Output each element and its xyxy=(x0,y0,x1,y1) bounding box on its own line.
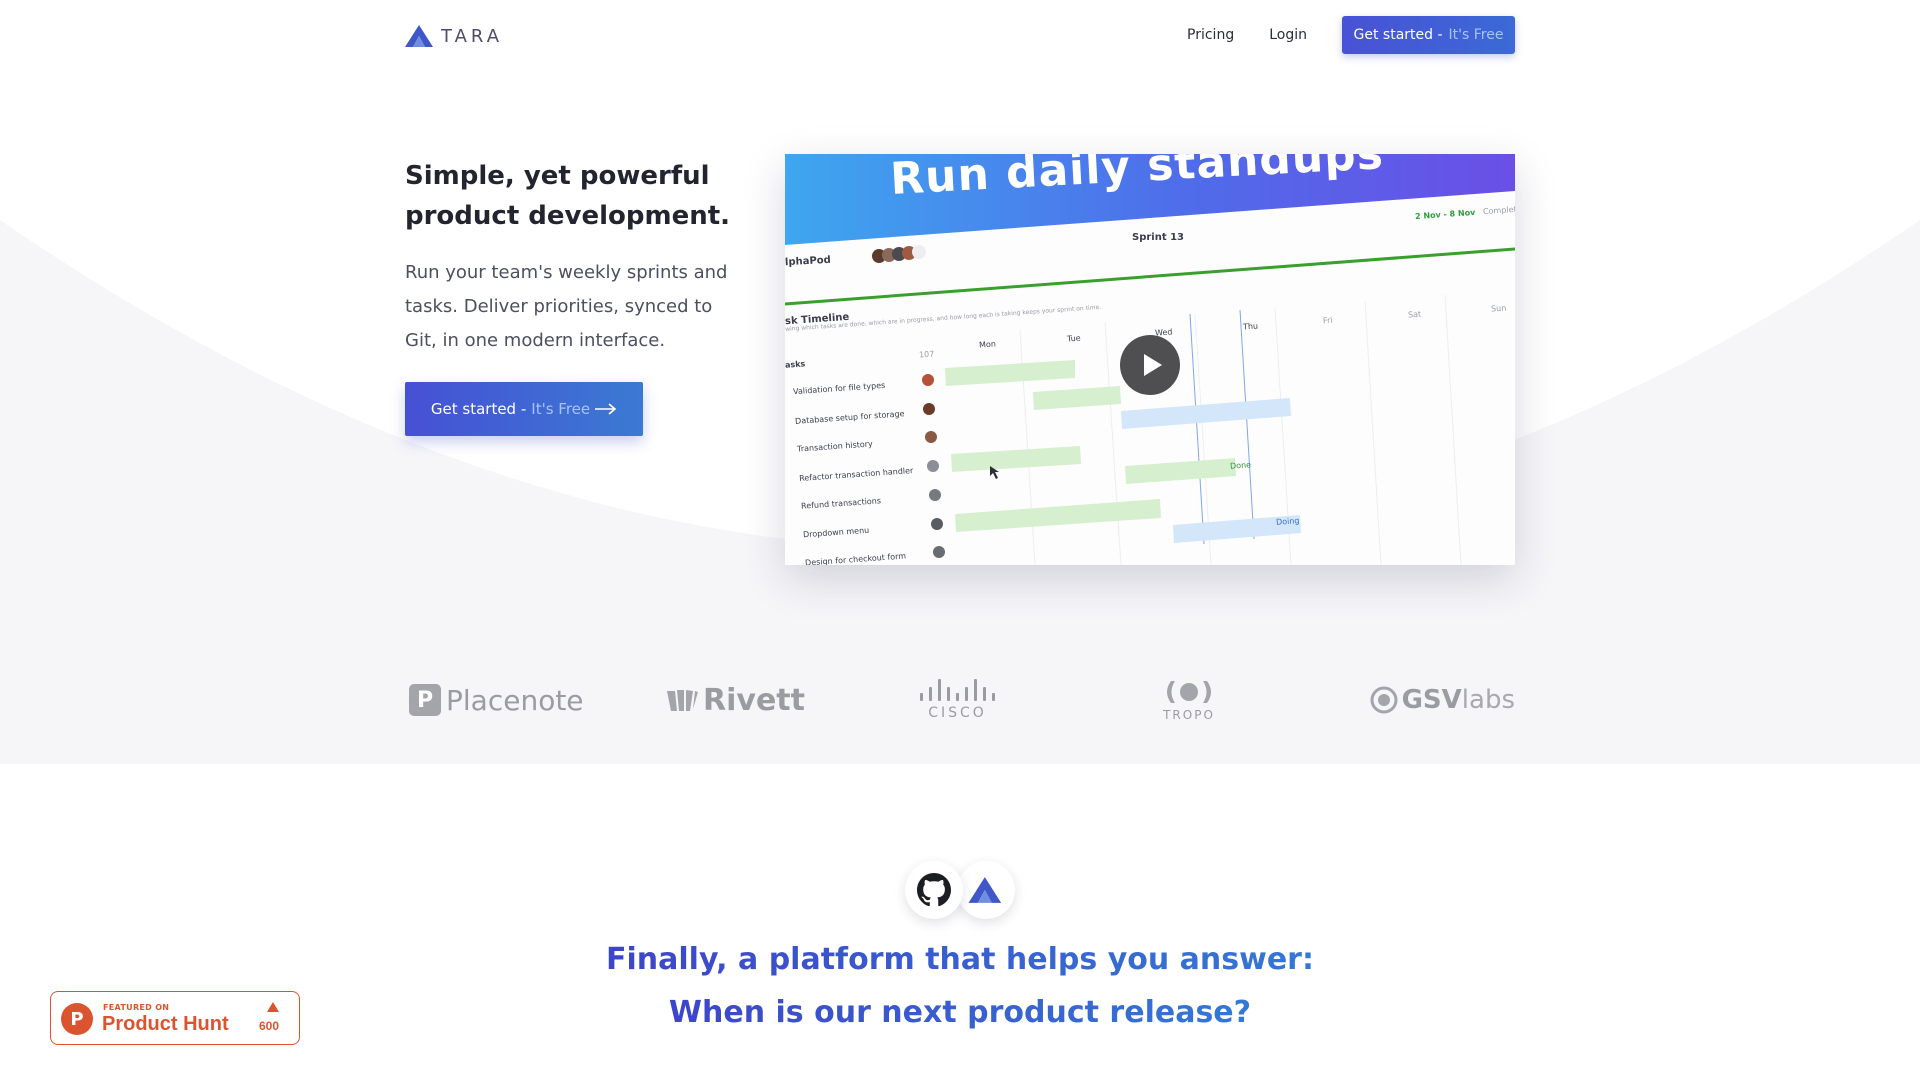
gsv-circle-icon xyxy=(1370,686,1398,714)
placenote-p-icon: P xyxy=(409,684,441,716)
hero-title: Simple, yet powerful product development… xyxy=(405,161,731,231)
video-day-sun: Sun xyxy=(1490,303,1507,314)
arrow-right-icon xyxy=(595,403,617,415)
hero-get-started-button[interactable]: Get started - It's Free xyxy=(405,382,643,436)
video-day-thu: Thu xyxy=(1242,321,1259,332)
rivett-logo-text: Rivett xyxy=(703,682,805,718)
hero-subtitle: Run your team's weekly sprints and tasks… xyxy=(405,262,728,351)
video-day-fri: Fri xyxy=(1322,315,1333,326)
video-status-doing: Doing xyxy=(1275,516,1300,527)
top-nav: TARA Pricing Login Get started - It's Fr… xyxy=(405,16,1515,56)
placenote-logo: P Placenote xyxy=(409,670,584,730)
video-tasks-header: asks xyxy=(785,359,806,370)
tara-logo-icon xyxy=(405,25,433,47)
brand-name: TARA xyxy=(441,25,504,47)
gsvlabs-logo: GSV labs xyxy=(1370,670,1515,730)
product-hunt-badge[interactable]: P FEATURED ON Product Hunt 600 xyxy=(50,991,300,1045)
product-hunt-name: Product Hunt xyxy=(102,1013,229,1035)
nav-cta-label: Get started - xyxy=(1353,27,1443,43)
tara-logo-icon xyxy=(968,877,1002,903)
cisco-logo-text: CISCO xyxy=(928,705,987,721)
github-icon xyxy=(917,873,951,907)
product-video[interactable]: Run daily standups Sprint 13 2 Nov - 8 N… xyxy=(785,154,1515,565)
hero-cta-label: Get started - xyxy=(430,400,527,418)
nav-login-link[interactable]: Login xyxy=(1269,27,1307,43)
video-play-button[interactable] xyxy=(1120,335,1180,395)
product-hunt-upvote-count: 600 xyxy=(259,1019,280,1033)
rivett-wing-icon xyxy=(667,690,698,711)
tropo-mark-icon xyxy=(1167,680,1211,703)
nav-links: Pricing Login Get started - It's Free xyxy=(1187,16,1515,54)
product-hunt-featured-label: FEATURED ON xyxy=(103,1003,170,1012)
placenote-logo-text: Placenote xyxy=(446,683,584,717)
video-day-tue: Tue xyxy=(1066,333,1081,344)
video-day-sat: Sat xyxy=(1407,309,1422,320)
play-icon xyxy=(1143,354,1162,376)
video-count: 107 xyxy=(918,349,935,360)
upvote-triangle-icon xyxy=(267,1002,279,1012)
nav-pricing-link[interactable]: Pricing xyxy=(1187,27,1234,43)
brand-logo[interactable]: TARA xyxy=(405,21,503,51)
nav-get-started-button[interactable]: Get started - It's Free xyxy=(1342,16,1515,54)
product-hunt-icon: P xyxy=(61,1003,93,1035)
cisco-logo: CISCO xyxy=(920,670,995,730)
answer-line-2-text: When is our next product release? xyxy=(668,995,1252,1030)
integration-icons xyxy=(905,861,1015,919)
gsvlabs-logo-text-light: labs xyxy=(1461,685,1515,715)
tropo-logo-text: TROPO xyxy=(1163,707,1215,722)
video-sprint-label: Sprint 13 xyxy=(1132,232,1185,243)
video-day-mon: Mon xyxy=(978,339,997,350)
customer-logos: P Placenote Rivett CISCO TROPO GSV labs xyxy=(405,670,1515,730)
gsvlabs-logo-text-bold: GSV xyxy=(1401,685,1462,715)
rivett-logo: Rivett xyxy=(665,670,805,730)
tropo-logo: TROPO xyxy=(1161,670,1217,730)
github-badge xyxy=(905,861,963,919)
cisco-bars-icon xyxy=(920,679,995,701)
nav-cta-highlight: It's Free xyxy=(1448,27,1504,43)
tara-badge xyxy=(957,861,1015,919)
hero-cta-highlight: It's Free xyxy=(531,400,591,418)
answer-line-1-text: Finally, a platform that helps you answe… xyxy=(606,942,1314,977)
answer-heading-line-1: Finally, a platform that helps you answe… xyxy=(0,942,1920,977)
video-status-done: Done xyxy=(1229,460,1252,471)
